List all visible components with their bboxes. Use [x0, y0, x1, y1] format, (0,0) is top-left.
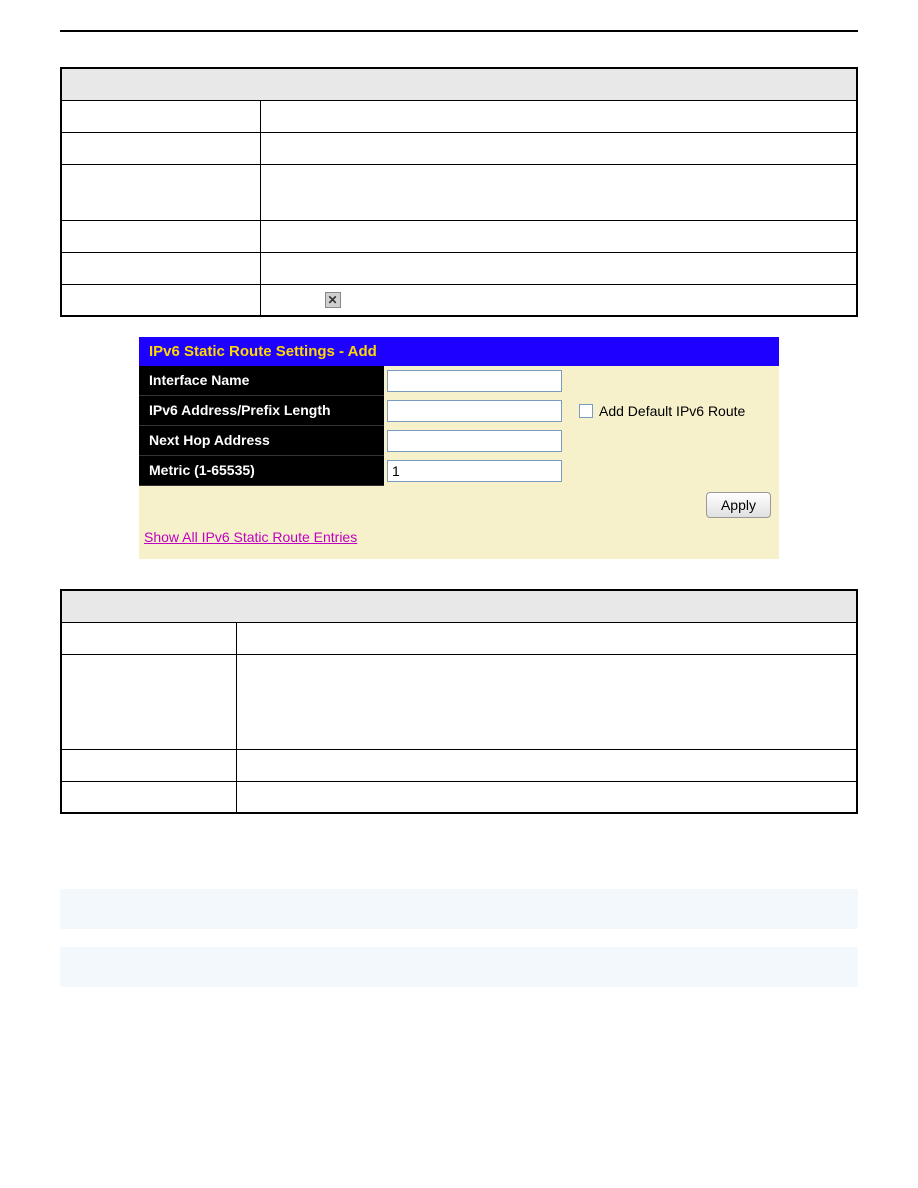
table-row [61, 654, 857, 749]
checkbox-icon[interactable] [579, 404, 593, 418]
metric-input[interactable] [387, 460, 562, 482]
field-row-next-hop: Next Hop Address [139, 426, 779, 456]
top-rule [60, 30, 858, 32]
table-2 [60, 589, 858, 814]
table-row [61, 590, 857, 622]
table-row [61, 220, 857, 252]
field-input-wrap [384, 366, 569, 396]
table-row [61, 132, 857, 164]
router-settings-panel: IPv6 Static Route Settings - Add Interfa… [139, 337, 779, 559]
field-row-interface-name: Interface Name [139, 366, 779, 396]
field-extra [569, 456, 779, 486]
panel-footer: Apply Show All IPv6 Static Route Entries [139, 486, 779, 559]
ipv6-address-input[interactable] [387, 400, 562, 422]
table-row [61, 252, 857, 284]
table-row [61, 749, 857, 781]
table-1: ✕ [60, 67, 858, 317]
field-input-wrap [384, 426, 569, 456]
checkbox-label: Add Default IPv6 Route [599, 403, 745, 419]
close-icon[interactable]: ✕ [325, 292, 341, 308]
field-input-wrap [384, 456, 569, 486]
table-row [61, 781, 857, 813]
table-row: ✕ [61, 284, 857, 316]
field-input-wrap [384, 396, 569, 426]
default-route-checkbox-wrap[interactable]: Add Default IPv6 Route [579, 403, 745, 419]
light-bar [60, 889, 858, 929]
table-row [61, 622, 857, 654]
field-extra [569, 366, 779, 396]
table-row [61, 164, 857, 220]
field-extra: Add Default IPv6 Route [569, 396, 779, 426]
field-label: Metric (1-65535) [139, 456, 384, 486]
field-label: Next Hop Address [139, 426, 384, 456]
next-hop-input[interactable] [387, 430, 562, 452]
bottom-bars [60, 889, 858, 987]
field-row-ipv6-address: IPv6 Address/Prefix Length Add Default I… [139, 396, 779, 426]
table-row [61, 100, 857, 132]
field-label: IPv6 Address/Prefix Length [139, 396, 384, 426]
interface-name-input[interactable] [387, 370, 562, 392]
field-label: Interface Name [139, 366, 384, 396]
field-extra [569, 426, 779, 456]
show-all-link[interactable]: Show All IPv6 Static Route Entries [144, 529, 357, 545]
panel-title: IPv6 Static Route Settings - Add [139, 337, 779, 366]
light-bar [60, 947, 858, 987]
field-row-metric: Metric (1-65535) [139, 456, 779, 486]
table-row [61, 68, 857, 100]
apply-button[interactable]: Apply [706, 492, 771, 518]
bottom-section [60, 889, 858, 987]
